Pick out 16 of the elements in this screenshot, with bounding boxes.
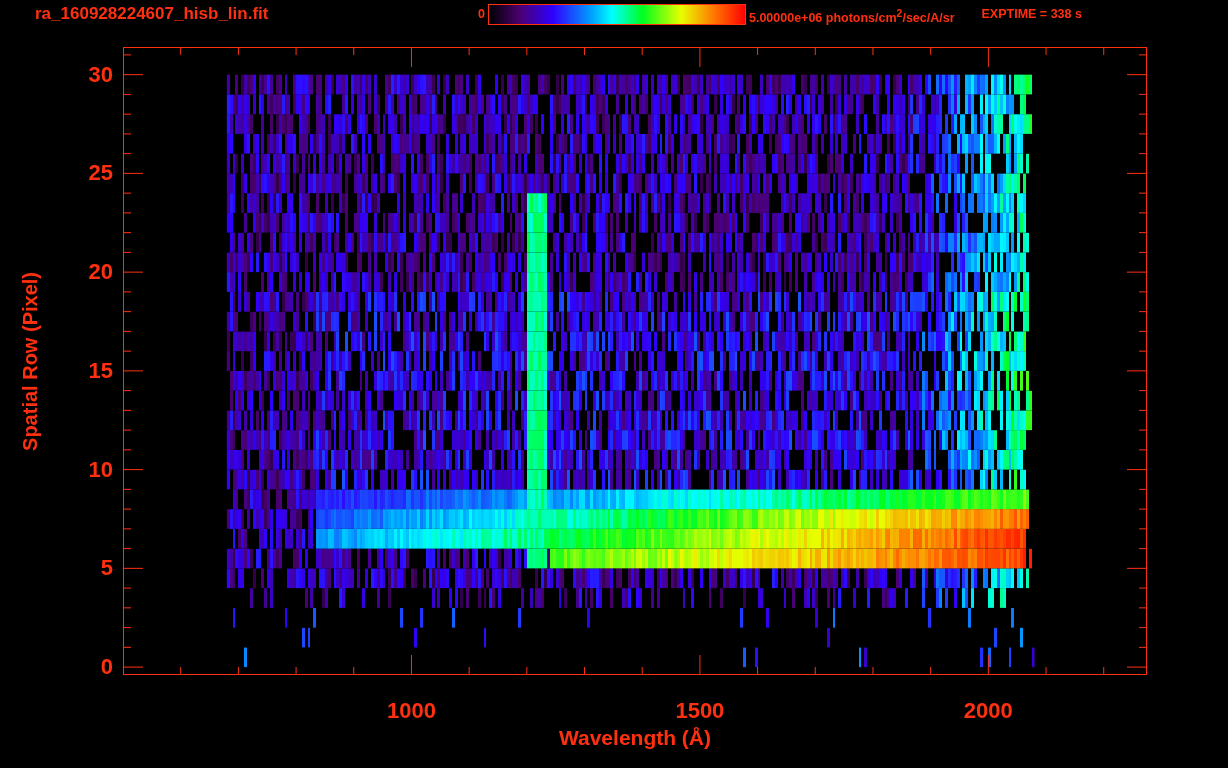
y-axis-title: Spatial Row (Pixel) bbox=[18, 271, 42, 451]
y-tick-label: 20 bbox=[88, 260, 113, 285]
exposure-time: EXPTIME = 338 s bbox=[981, 6, 1082, 23]
file-title: ra_160928224607_hisb_lin.fit bbox=[35, 3, 270, 25]
colorbar-max-label: 5.00000e+06 photons/cm$^{2}$/sec/A/sr bbox=[748, 7, 955, 28]
x-axis-title: Wavelength (Å) bbox=[558, 725, 712, 751]
y-tick-label: 30 bbox=[88, 62, 113, 87]
colorbar-min-label: 0 bbox=[478, 6, 485, 23]
x-tick-label: 1000 bbox=[386, 699, 436, 723]
y-tick-label: 5 bbox=[100, 556, 113, 581]
y-tick-label: 25 bbox=[88, 161, 113, 186]
y-tick-label: 10 bbox=[88, 457, 113, 482]
y-tick-label: 0 bbox=[100, 655, 113, 680]
y-tick-label: 15 bbox=[88, 358, 113, 383]
x-tick-label: 2000 bbox=[963, 699, 1013, 723]
x-tick-label: 1500 bbox=[675, 699, 725, 723]
